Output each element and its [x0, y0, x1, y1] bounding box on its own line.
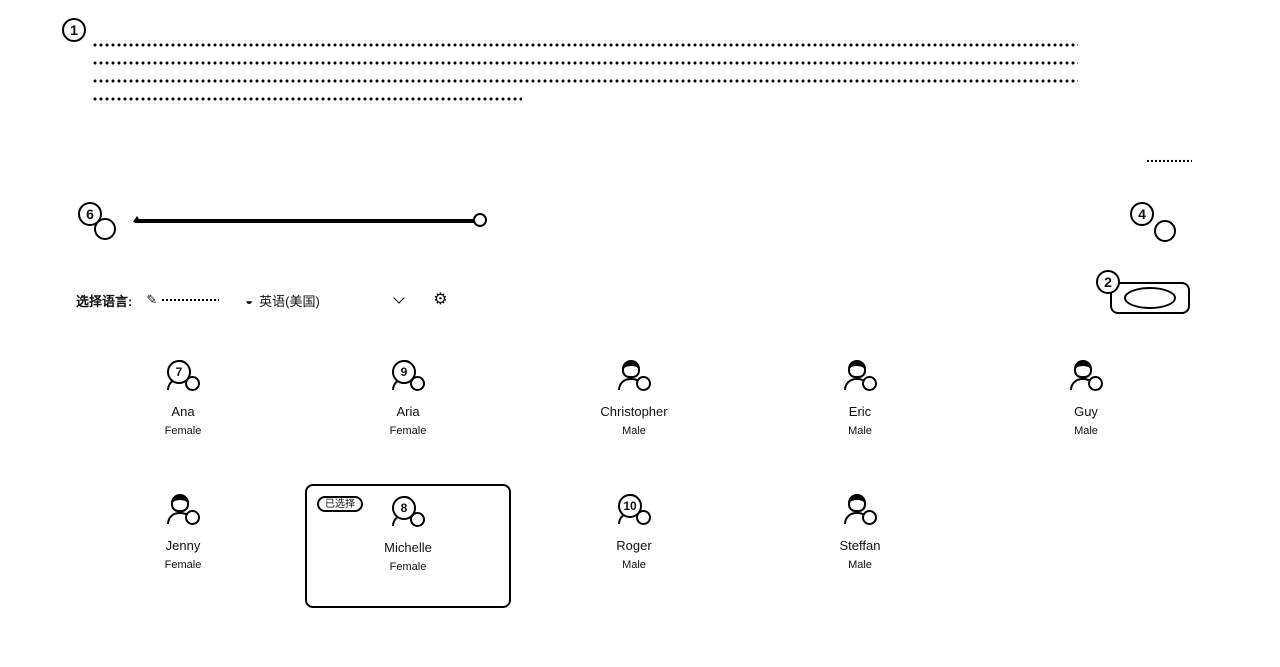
- person-icon: 9: [390, 360, 426, 396]
- person-icon: 8: [390, 496, 426, 532]
- play-sample-icon[interactable]: [862, 376, 877, 391]
- masked-language-hint: [161, 298, 220, 302]
- person-icon: [165, 494, 201, 530]
- voice-name: Steffan: [839, 538, 881, 553]
- voice-gender: Female: [164, 425, 202, 437]
- gear-icon[interactable]: ⚙: [433, 292, 447, 308]
- voice-name: Jenny: [165, 538, 201, 553]
- person-icon: 10: [616, 494, 652, 530]
- person-icon: [842, 360, 878, 396]
- speed-slider[interactable]: [133, 212, 487, 236]
- voice-card[interactable]: Guy Male: [983, 350, 1189, 474]
- voice-gender: Female: [389, 561, 427, 573]
- marker-8: 8: [392, 496, 416, 520]
- voice-gender: Male: [1074, 425, 1098, 437]
- chevron-down-icon: [393, 292, 405, 304]
- slider-track: [134, 219, 480, 223]
- masked-text-line: [92, 60, 1078, 66]
- globe-icon: ◒: [245, 292, 254, 308]
- marker-7: 7: [167, 360, 191, 384]
- voice-name: Eric: [848, 404, 872, 419]
- volume-icon[interactable]: [1154, 220, 1176, 242]
- voice-card[interactable]: 10 Roger Male: [531, 484, 737, 608]
- language-select[interactable]: ◒ 英语(美国): [245, 291, 405, 310]
- marker-10: 10: [618, 494, 642, 518]
- person-icon: 7: [165, 360, 201, 396]
- masked-text-line: [92, 78, 1078, 84]
- play-toggle[interactable]: [1124, 287, 1176, 309]
- voice-card[interactable]: 已选择 8 Michelle Female: [305, 484, 511, 608]
- voice-name: Guy: [1074, 404, 1098, 419]
- marker-6: 6: [78, 202, 102, 226]
- voice-name: Aria: [396, 404, 420, 419]
- translate-icon: ✎: [146, 292, 158, 307]
- voice-gender: Female: [389, 425, 427, 437]
- voice-card[interactable]: Eric Male: [757, 350, 963, 474]
- voice-name: Ana: [171, 404, 195, 419]
- marker-4: 4: [1130, 202, 1154, 226]
- voice-card[interactable]: 7 Ana Female: [80, 350, 286, 474]
- language-label: 选择语言:: [76, 293, 133, 309]
- voice-gender: Male: [848, 559, 872, 571]
- play-control[interactable]: [1110, 282, 1190, 314]
- voice-card[interactable]: Steffan Male: [757, 484, 963, 608]
- marker-2: 2: [1096, 270, 1120, 294]
- slider-start-mark: [133, 216, 141, 222]
- masked-text-line: [92, 42, 1078, 48]
- voice-card[interactable]: Christopher Male: [531, 350, 737, 474]
- voice-name: Christopher: [600, 404, 668, 419]
- play-sample-icon[interactable]: [1088, 376, 1103, 391]
- slider-thumb[interactable]: [473, 213, 487, 227]
- voice-card[interactable]: 9 Aria Female: [305, 350, 511, 474]
- voice-gender: Male: [622, 559, 646, 571]
- marker-1: 1: [62, 18, 86, 42]
- avatar-head: [848, 360, 866, 378]
- person-icon: [842, 494, 878, 530]
- play-sample-icon[interactable]: [636, 376, 651, 391]
- person-icon: [616, 360, 652, 396]
- avatar-head: [848, 494, 866, 512]
- voice-gender: Male: [622, 425, 646, 437]
- marker-9: 9: [392, 360, 416, 384]
- person-icon: [1068, 360, 1104, 396]
- avatar-head: [622, 360, 640, 378]
- avatar-head: [171, 494, 189, 512]
- voice-name: Roger: [616, 538, 652, 553]
- voice-gender: Female: [164, 559, 202, 571]
- text-input-area[interactable]: [92, 42, 1092, 114]
- voice-card[interactable]: Jenny Female: [80, 484, 286, 608]
- masked-text-line: [92, 96, 522, 102]
- language-row: 选择语言: ✎ ◒ 英语(美国) ⚙: [76, 290, 448, 310]
- masked-count: [1146, 159, 1192, 163]
- play-sample-icon[interactable]: [185, 510, 200, 525]
- language-value: 英语(美国): [259, 293, 320, 309]
- voice-gender: Male: [848, 425, 872, 437]
- play-sample-icon[interactable]: [862, 510, 877, 525]
- selected-tag: 已选择: [317, 496, 363, 512]
- voice-name: Michelle: [384, 540, 432, 555]
- character-count: [1146, 156, 1192, 165]
- avatar-head: [1074, 360, 1092, 378]
